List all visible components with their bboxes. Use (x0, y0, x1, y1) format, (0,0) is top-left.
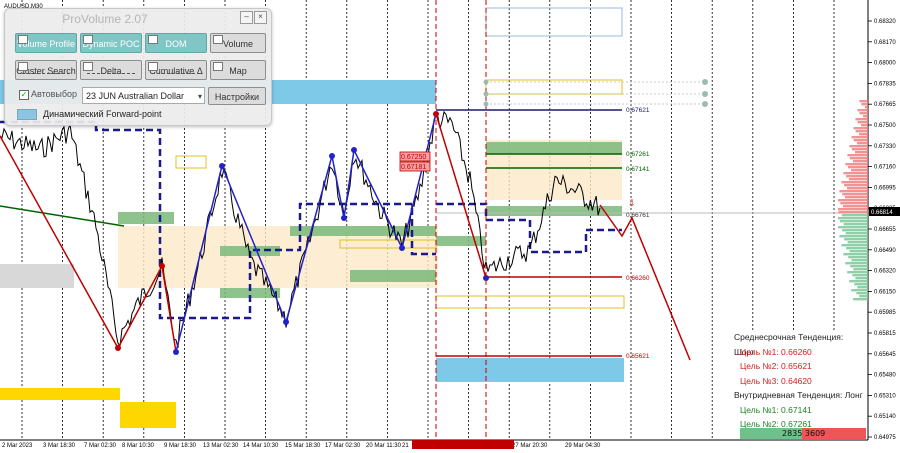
price-tick: 0.67665 (874, 102, 896, 108)
price-tick: 0.67330 (874, 144, 896, 150)
cluster-search-button[interactable]: Cluster Search (15, 60, 77, 80)
level-label-top: 0.67621 (626, 107, 650, 114)
price-tick: 0.64975 (874, 435, 896, 441)
price-tick: 0.66490 (874, 248, 896, 254)
price-tick: 0.65815 (874, 331, 896, 337)
delta-button[interactable]: Delta (80, 60, 142, 80)
current-price-label: 0.66814 (871, 210, 893, 216)
chevron-down-icon: ▾ (197, 92, 202, 101)
time-tick: 29 Mar 04:30 (565, 443, 601, 449)
dynamic-poc-button[interactable]: Dynamic POC (80, 33, 142, 53)
price-tick: 0.65645 (874, 352, 896, 358)
time-tick: 27 Mar 20:30 (512, 443, 548, 449)
volume-profile (838, 100, 868, 301)
volume-button[interactable]: Volume (210, 33, 266, 53)
check-icon: ✓ (19, 89, 29, 100)
dom-button[interactable]: DOM (145, 33, 207, 53)
mid-trend-title: Среднесрочная Тенденция: Шорт (734, 332, 844, 357)
cumulative-delta-button[interactable]: Cumulative Δ (145, 60, 207, 80)
provolume-panel[interactable]: ProVolume 2.07 – × Volume Profile Dynami… (4, 8, 272, 126)
time-tick: 21 (402, 443, 409, 449)
level-label-mid: 0.66761 (626, 212, 650, 219)
level-label-r1: 0.66260 (626, 275, 650, 282)
price-tick: 0.67500 (874, 123, 896, 129)
time-tick: 9 Mar 18:30 (164, 443, 197, 449)
instrument-select[interactable]: 23 JUN Australian Dollar ▾ (82, 87, 205, 104)
time-tick: 13 Mar 02:30 (203, 443, 239, 449)
time-tick: 15 Mar 18:30 (285, 443, 321, 449)
level-label-g2: 0.67141 (626, 166, 650, 173)
price-tick: 0.66995 (874, 185, 896, 191)
intra-trend-title: Внутридневная Тенденция: Лонг (734, 390, 863, 400)
drag-handles[interactable] (483, 79, 709, 107)
price-tick: 0.66150 (874, 289, 896, 295)
box-price-2: 0.67181 (401, 164, 426, 171)
time-tick: 17 Mar 02:30 (325, 443, 361, 449)
time-tick: 7 Mar 02:30 (84, 443, 117, 449)
forward-point-toggle[interactable]: Динамический Forward-point (17, 109, 162, 121)
price-tick: 0.68170 (874, 40, 896, 46)
time-tick: 2 Mar 2023 (2, 443, 33, 449)
price-tick: 0.65480 (874, 373, 896, 379)
time-tick: 8 Mar 10:30 (122, 443, 155, 449)
price-tick: 0.68000 (874, 61, 896, 67)
price-tick: 0.67160 (874, 165, 896, 171)
price-tick: 0.65140 (874, 414, 896, 420)
minimize-icon[interactable]: – (240, 11, 253, 24)
svg-text:⇩: ⇩ (628, 198, 636, 208)
time-tick: 20 Mar 11:30 (366, 443, 402, 449)
volume-balance-bar: 2835 3609 (740, 428, 866, 439)
volume-profile-button[interactable]: Volume Profile (15, 33, 77, 53)
box-price-1: 0.67250 (401, 154, 426, 161)
settings-button[interactable]: Настройки (208, 87, 266, 105)
price-tick: 0.65310 (874, 393, 896, 399)
level-label-g1: 0.67261 (626, 151, 650, 158)
price-tick: 0.66320 (874, 269, 896, 275)
mid-target-2: Цель №2: 0.65621 (740, 361, 812, 371)
mid-target-1: Цель №1: 0.66260 (740, 346, 812, 357)
intra-target-1: Цель №1: 0.67141 (740, 404, 812, 415)
trend-info-box: Среднесрочная Тенденция: Шорт Цель №1: 0… (730, 330, 866, 436)
price-tick: 0.68320 (874, 19, 896, 25)
auto-select-checkbox[interactable]: ✓ Автовыбор (19, 89, 77, 100)
close-icon[interactable]: × (254, 11, 267, 24)
level-label-r2: 0.65621 (626, 353, 650, 360)
price-tick: 0.66655 (874, 227, 896, 233)
price-tick: 0.65985 (874, 310, 896, 316)
map-button[interactable]: Map (210, 60, 266, 80)
forward-swatch-icon (17, 109, 37, 121)
panel-title: ProVolume 2.07 (62, 12, 148, 26)
time-tick: 3 Mar 18:30 (43, 443, 76, 449)
volume-balance-label: 2835 3609 (782, 429, 826, 438)
price-tick: 0.67835 (874, 81, 896, 87)
time-tick: 14 Mar 10:30 (243, 443, 279, 449)
mid-target-3: Цель №3: 0.64620 (740, 375, 812, 386)
